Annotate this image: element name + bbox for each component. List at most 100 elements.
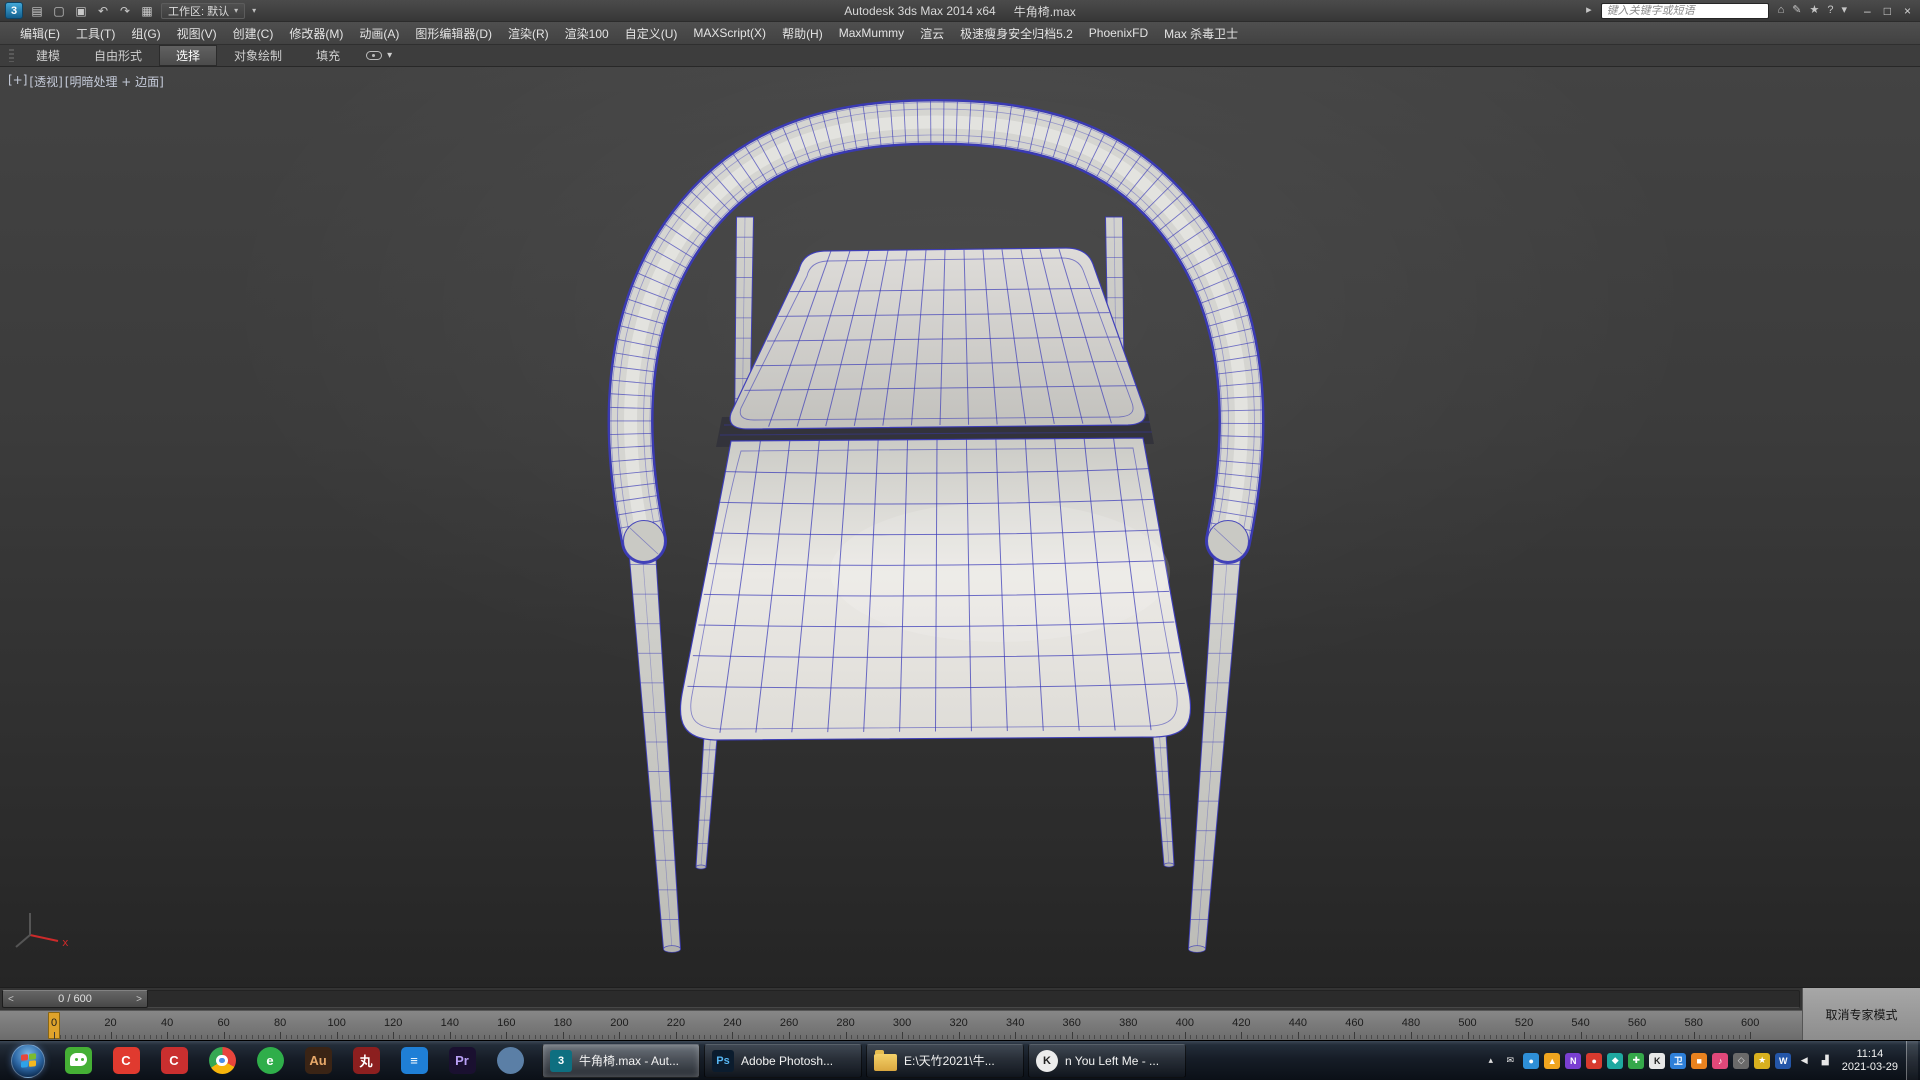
window-player[interactable]: K n You Left Me - ... — [1028, 1044, 1186, 1078]
undo-icon[interactable]: ↶ — [96, 5, 110, 17]
menu-maxscript[interactable]: MAXScript(X) — [685, 22, 774, 44]
ribbon-options: ▾ — [357, 45, 401, 66]
search-input[interactable] — [1601, 3, 1769, 19]
tray-orange-icon[interactable]: ■ — [1689, 1048, 1710, 1074]
app-title: Autodesk 3ds Max 2014 x64 — [844, 4, 995, 18]
infocenter-caret-icon[interactable]: ▾ — [1842, 5, 1848, 16]
project-icon[interactable]: ▦ — [140, 5, 154, 17]
viewport-menu-label[interactable]: [+] — [8, 73, 27, 90]
workspace-selector[interactable]: 工作区: 默认 ▾ — [161, 3, 245, 19]
menu-edit[interactable]: 编辑(E) — [12, 22, 68, 44]
wechat-icon[interactable] — [54, 1041, 102, 1080]
quick-access-overflow-icon[interactable]: ▾ — [252, 6, 256, 15]
menu-animation[interactable]: 动画(A) — [351, 22, 407, 44]
tray-gray-icon[interactable]: ◇ — [1731, 1048, 1752, 1074]
clock-date: 2021-03-29 — [1842, 1061, 1898, 1074]
menu-help[interactable]: 帮助(H) — [774, 22, 831, 44]
tray-music-icon[interactable]: ♪ — [1710, 1048, 1731, 1074]
viewport-pov-label[interactable]: [透视] — [29, 73, 62, 90]
menu-rendercloud[interactable]: 渲云 — [912, 22, 952, 44]
ribbon-grip-icon[interactable] — [9, 49, 14, 62]
chrome-icon[interactable] — [198, 1041, 246, 1080]
next-frame-icon[interactable]: > — [136, 994, 142, 1005]
track-bar[interactable]: 0204060801001201401601802002202402602803… — [0, 1010, 1802, 1040]
tab-selection[interactable]: 选择 — [159, 45, 217, 66]
tab-freeform[interactable]: 自由形式 — [77, 45, 159, 66]
menu-create[interactable]: 创建(C) — [225, 22, 282, 44]
menu-group[interactable]: 组(G) — [123, 22, 168, 44]
tab-object-paint[interactable]: 对象绘制 — [217, 45, 299, 66]
menu-slim-archive[interactable]: 极速瘦身安全归档5.2 — [952, 22, 1081, 44]
menu-phoenixfd[interactable]: PhoenixFD — [1081, 22, 1156, 44]
tab-modeling[interactable]: 建模 — [19, 45, 77, 66]
tray-blue-dot-icon[interactable]: ● — [1521, 1048, 1542, 1074]
chair-wireframe-model[interactable]: x — [0, 67, 1920, 987]
tray-teal-icon[interactable]: ◆ — [1605, 1048, 1626, 1074]
taskbar-clock[interactable]: 11:14 2021-03-29 — [1842, 1048, 1898, 1074]
green-browser-icon[interactable]: e — [246, 1041, 294, 1080]
pen-icon[interactable]: ✎ — [1792, 5, 1801, 16]
animation-controls: < 0 / 600 > 0204060801001201401601802002… — [0, 988, 1802, 1040]
menu-customize[interactable]: 自定义(U) — [617, 22, 686, 44]
audition-icon[interactable]: Au — [294, 1041, 342, 1080]
tab-populate[interactable]: 填充 — [299, 45, 357, 66]
save-icon[interactable]: ▣ — [74, 5, 88, 17]
viewport-label: [+] [透视] [明暗处理 + 边面] — [8, 73, 164, 90]
window-title: Autodesk 3ds Max 2014 x64 牛角椅.max — [844, 0, 1075, 22]
show-hidden-icons-button[interactable]: ▴ — [1482, 1055, 1500, 1066]
open-folder-icon[interactable]: ▢ — [52, 5, 66, 17]
menu-views[interactable]: 视图(V) — [169, 22, 225, 44]
tray-guard-icon[interactable]: 卫 — [1668, 1048, 1689, 1074]
application-menu-button[interactable]: 3 — [5, 2, 23, 19]
close-button[interactable]: × — [1904, 5, 1911, 17]
blue-list-app-icon[interactable]: ≡ — [390, 1041, 438, 1080]
windows-taskbar: C C e Au 丸 — [0, 1040, 1920, 1080]
premiere-icon[interactable]: Pr — [438, 1041, 486, 1080]
wan-app-icon[interactable]: 丸 — [342, 1041, 390, 1080]
viewport-shading-label[interactable]: [明暗处理 + 边面] — [65, 73, 164, 90]
menu-maxmummy[interactable]: MaxMummy — [831, 22, 912, 44]
volume-icon[interactable]: ◀ — [1794, 1048, 1815, 1074]
menu-tools[interactable]: 工具(T) — [68, 22, 123, 44]
ribbon-minimize-icon[interactable] — [366, 51, 382, 60]
window-3dsmax[interactable]: 3 牛角椅.max - Aut... — [542, 1044, 700, 1078]
menu-render100[interactable]: 渲染100 — [557, 22, 617, 44]
menu-antivirus[interactable]: Max 杀毒卫士 — [1156, 22, 1246, 44]
tray-w-icon[interactable]: W — [1773, 1048, 1794, 1074]
cancel-expert-mode-button[interactable]: 取消专家模式 — [1802, 988, 1920, 1040]
time-slider-handle[interactable]: < 0 / 600 > — [2, 990, 148, 1008]
time-slider-track[interactable] — [2, 990, 1800, 1008]
tray-green-cross-icon[interactable]: ✚ — [1626, 1048, 1647, 1074]
pinned-apps: C C e Au 丸 — [54, 1041, 534, 1080]
tray-red-dot-icon[interactable]: ● — [1584, 1048, 1605, 1074]
start-button[interactable] — [11, 1044, 45, 1078]
infocenter-collapse-icon[interactable]: ▸ — [1586, 5, 1592, 16]
chevron-down-icon[interactable]: ▾ — [387, 50, 392, 61]
maximize-button[interactable]: □ — [1884, 5, 1891, 17]
previous-frame-icon[interactable]: < — [8, 994, 14, 1005]
window-photoshop[interactable]: Ps Adobe Photosh... — [704, 1044, 862, 1078]
home-icon[interactable]: ⌂ — [1778, 5, 1785, 16]
tray-k-icon[interactable]: K — [1647, 1048, 1668, 1074]
window-explorer[interactable]: E:\天竹2021\牛... — [866, 1044, 1024, 1078]
tray-n-icon[interactable]: N — [1563, 1048, 1584, 1074]
3dsmax-window: 3 ▤ ▢ ▣ ↶ ↷ ▦ 工作区: 默认 ▾ ▾ Autodesk 3ds Max 20… — [0, 0, 1920, 1080]
network-icon[interactable]: ▟ — [1815, 1048, 1836, 1074]
red-c2-app-icon[interactable]: C — [150, 1041, 198, 1080]
menu-modifiers[interactable]: 修改器(M) — [281, 22, 351, 44]
redo-icon[interactable]: ↷ — [118, 5, 132, 17]
blue-round-app-icon[interactable] — [486, 1041, 534, 1080]
help-icon[interactable]: ? — [1827, 5, 1833, 16]
menu-rendering[interactable]: 渲染(R) — [500, 22, 557, 44]
tray-mail-icon[interactable]: ✉ — [1500, 1048, 1521, 1074]
new-file-icon[interactable]: ▤ — [30, 5, 44, 17]
titlebar: 3 ▤ ▢ ▣ ↶ ↷ ▦ 工作区: 默认 ▾ ▾ Autodesk 3ds Max 20… — [0, 0, 1920, 22]
show-desktop-button[interactable] — [1906, 1041, 1918, 1080]
perspective-viewport[interactable]: [+] [透视] [明暗处理 + 边面] x — [0, 67, 1920, 987]
menu-graph-editors[interactable]: 图形编辑器(D) — [407, 22, 500, 44]
red-c-app-icon[interactable]: C — [102, 1041, 150, 1080]
minimize-button[interactable]: – — [1864, 5, 1871, 17]
tray-shield-icon[interactable]: ▲ — [1542, 1048, 1563, 1074]
tray-star-icon[interactable]: ★ — [1752, 1048, 1773, 1074]
favorites-icon[interactable]: ★ — [1810, 5, 1820, 16]
